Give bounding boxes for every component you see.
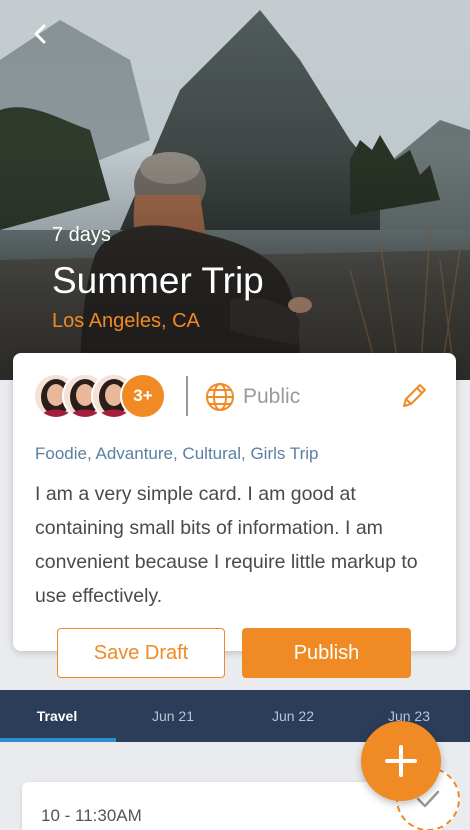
tab-jun-22[interactable]: Jun 22 (236, 690, 350, 742)
member-avatars[interactable]: 3+ (33, 373, 183, 419)
add-button[interactable] (361, 721, 441, 801)
trip-card: 3+ Public Foodie, Advanture, Cultural, G… (13, 353, 456, 678)
globe-icon (206, 383, 234, 411)
trip-title: Summer Trip (52, 260, 264, 301)
hero-banner: 7 days Summer Trip Los Angeles, CA (0, 0, 470, 380)
trip-tags: Foodie, Advanture, Cultural, Girls Trip (35, 444, 319, 463)
edit-button[interactable] (397, 379, 431, 413)
more-members-badge[interactable]: 3+ (120, 373, 166, 419)
active-tab-indicator (0, 738, 116, 742)
tab-jun-21[interactable]: Jun 21 (116, 690, 230, 742)
trip-location: Los Angeles, CA (52, 310, 200, 332)
publish-button[interactable]: Publish (242, 628, 411, 678)
plus-icon (385, 745, 417, 777)
divider (186, 376, 188, 416)
tab-travel[interactable]: Travel (0, 690, 114, 742)
save-draft-button[interactable]: Save Draft (57, 628, 225, 678)
pencil-icon (403, 384, 426, 407)
chevron-left-icon (34, 24, 46, 44)
trip-duration: 7 days (52, 224, 111, 246)
visibility-label: Public (243, 385, 301, 408)
trip-description: I am a very simple card. I am good at co… (35, 483, 418, 607)
event-time: 10 - 11:30AM (41, 806, 142, 825)
back-button[interactable] (24, 18, 56, 50)
visibility-toggle[interactable]: Public (205, 382, 300, 412)
